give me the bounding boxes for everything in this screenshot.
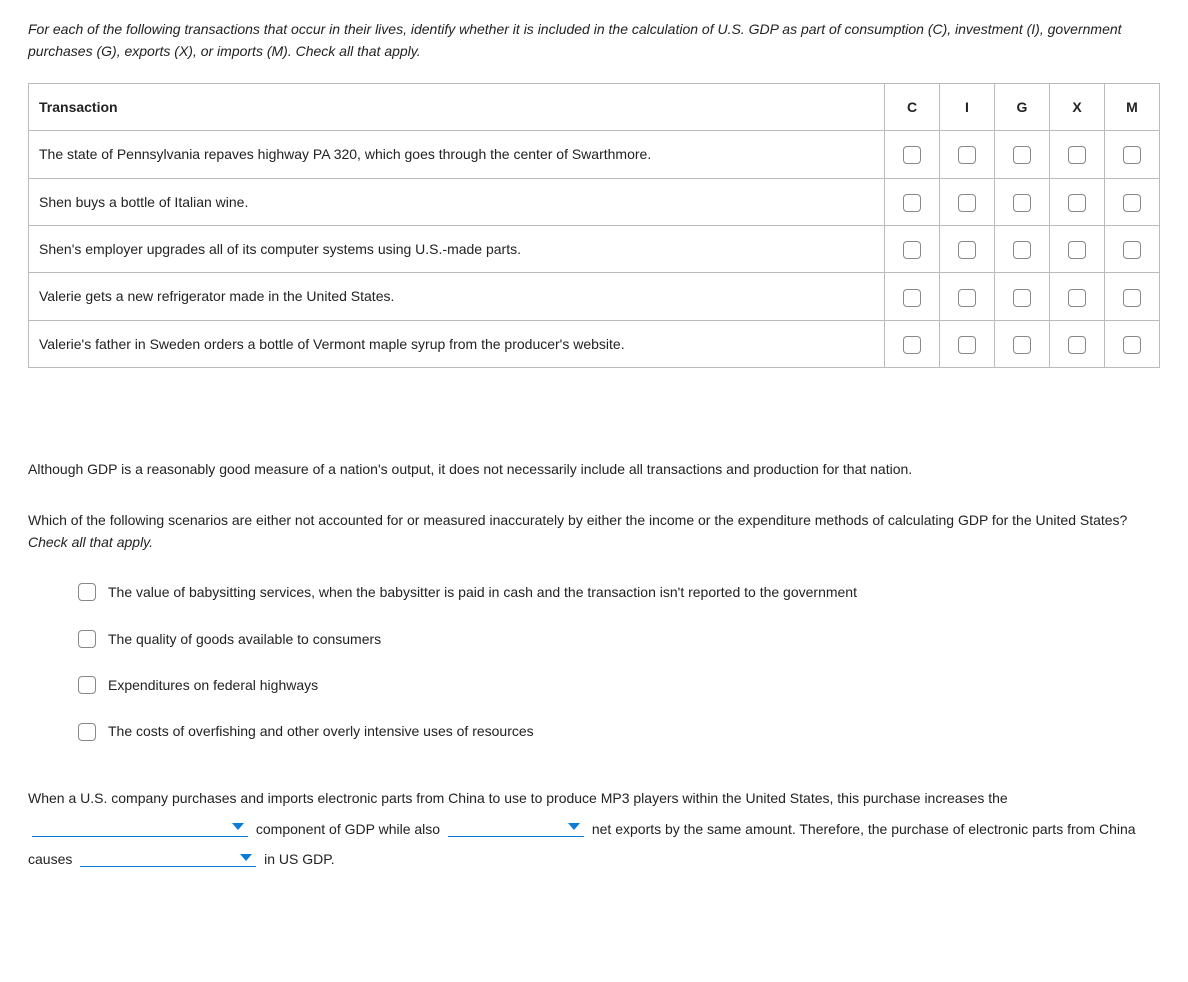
- checkbox-row2-m[interactable]: [1123, 194, 1141, 212]
- checkbox-row5-m[interactable]: [1123, 336, 1141, 354]
- option-row: The value of babysitting services, when …: [78, 581, 1160, 603]
- option-label: The quality of goods available to consum…: [108, 628, 381, 650]
- checkbox-row3-m[interactable]: [1123, 241, 1141, 259]
- chevron-down-icon: [568, 823, 580, 830]
- checkbox-row4-c[interactable]: [903, 289, 921, 307]
- checkbox-row4-g[interactable]: [1013, 289, 1031, 307]
- checkbox-row3-c[interactable]: [903, 241, 921, 259]
- checkbox-row5-i[interactable]: [958, 336, 976, 354]
- checkbox-row4-m[interactable]: [1123, 289, 1141, 307]
- table-row: Shen's employer upgrades all of its comp…: [29, 225, 1160, 272]
- col-g: G: [995, 83, 1050, 130]
- transaction-text: Shen buys a bottle of Italian wine.: [29, 178, 885, 225]
- option-row: Expenditures on federal highways: [78, 674, 1160, 696]
- transaction-text: Shen's employer upgrades all of its comp…: [29, 225, 885, 272]
- table-row: Valerie gets a new refrigerator made in …: [29, 273, 1160, 320]
- dropdown-net-exports-effect[interactable]: [448, 820, 584, 837]
- checkbox-row2-c[interactable]: [903, 194, 921, 212]
- col-m: M: [1105, 83, 1160, 130]
- transaction-text: Valerie gets a new refrigerator made in …: [29, 273, 885, 320]
- table-row: The state of Pennsylvania repaves highwa…: [29, 131, 1160, 178]
- question2-prompt: Which of the following scenarios are eit…: [28, 509, 1160, 554]
- transaction-text: The state of Pennsylvania repaves highwa…: [29, 131, 885, 178]
- transaction-text: Valerie's father in Sweden orders a bott…: [29, 320, 885, 367]
- checkbox-row3-g[interactable]: [1013, 241, 1031, 259]
- checkbox-row2-i[interactable]: [958, 194, 976, 212]
- question2-hint: Check all that apply.: [28, 534, 153, 550]
- chevron-down-icon: [240, 854, 252, 861]
- col-x: X: [1050, 83, 1105, 130]
- checkbox-row4-i[interactable]: [958, 289, 976, 307]
- checkbox-option-babysitting[interactable]: [78, 583, 96, 601]
- table-row: Valerie's father in Sweden orders a bott…: [29, 320, 1160, 367]
- checkbox-row1-i[interactable]: [958, 146, 976, 164]
- checkbox-row3-i[interactable]: [958, 241, 976, 259]
- option-label: Expenditures on federal highways: [108, 674, 318, 696]
- option-label: The value of babysitting services, when …: [108, 581, 857, 603]
- checkbox-row5-c[interactable]: [903, 336, 921, 354]
- chevron-down-icon: [232, 823, 244, 830]
- col-i: I: [940, 83, 995, 130]
- dropdown-gdp-change[interactable]: [80, 850, 256, 867]
- checkbox-row1-x[interactable]: [1068, 146, 1086, 164]
- checkbox-row3-x[interactable]: [1068, 241, 1086, 259]
- table-row: Shen buys a bottle of Italian wine.: [29, 178, 1160, 225]
- instructions-text: For each of the following transactions t…: [28, 18, 1160, 63]
- checkbox-row5-x[interactable]: [1068, 336, 1086, 354]
- checkbox-option-highways[interactable]: [78, 676, 96, 694]
- checkbox-row4-x[interactable]: [1068, 289, 1086, 307]
- checkbox-row1-m[interactable]: [1123, 146, 1141, 164]
- fill-text-1: When a U.S. company purchases and import…: [28, 790, 1008, 806]
- checkbox-row1-g[interactable]: [1013, 146, 1031, 164]
- checkbox-row2-g[interactable]: [1013, 194, 1031, 212]
- question2-options: The value of babysitting services, when …: [78, 581, 1160, 743]
- option-row: The quality of goods available to consum…: [78, 628, 1160, 650]
- col-c: C: [885, 83, 940, 130]
- checkbox-row2-x[interactable]: [1068, 194, 1086, 212]
- checkbox-option-overfishing[interactable]: [78, 723, 96, 741]
- gdp-components-table: Transaction C I G X M The state of Penns…: [28, 83, 1160, 368]
- checkbox-row1-c[interactable]: [903, 146, 921, 164]
- option-label: The costs of overfishing and other overl…: [108, 720, 534, 742]
- option-row: The costs of overfishing and other overl…: [78, 720, 1160, 742]
- fill-text-2: component of GDP while also: [256, 821, 444, 837]
- question2-lead: Which of the following scenarios are eit…: [28, 512, 1127, 528]
- col-transaction: Transaction: [29, 83, 885, 130]
- checkbox-option-quality[interactable]: [78, 630, 96, 648]
- fill-text-4: in US GDP.: [264, 851, 335, 867]
- gdp-limitation-text: Although GDP is a reasonably good measur…: [28, 458, 1160, 480]
- fill-in-blank-paragraph: When a U.S. company purchases and import…: [28, 783, 1160, 875]
- table-header-row: Transaction C I G X M: [29, 83, 1160, 130]
- dropdown-gdp-component[interactable]: [32, 820, 248, 837]
- checkbox-row5-g[interactable]: [1013, 336, 1031, 354]
